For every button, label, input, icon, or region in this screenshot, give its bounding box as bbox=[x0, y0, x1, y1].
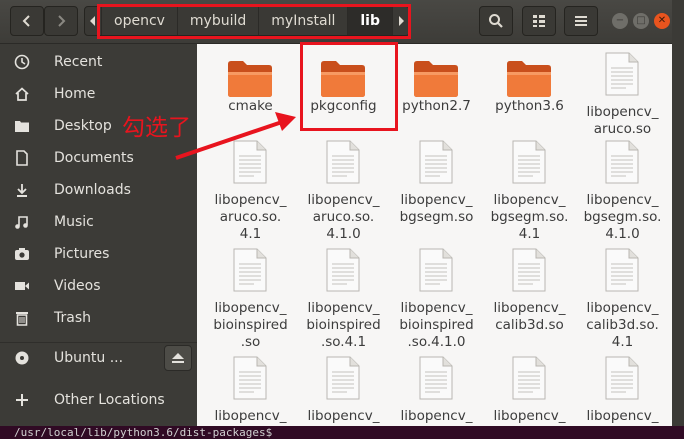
desktop-background bbox=[672, 0, 684, 426]
file-manager-window: opencv mybuild myInstall lib − □ ✕ Recen… bbox=[0, 0, 672, 426]
annotation-arrow bbox=[175, 112, 296, 160]
terminal-strip: /usr/local/lib/python3.6/dist-packages$ bbox=[0, 426, 684, 439]
